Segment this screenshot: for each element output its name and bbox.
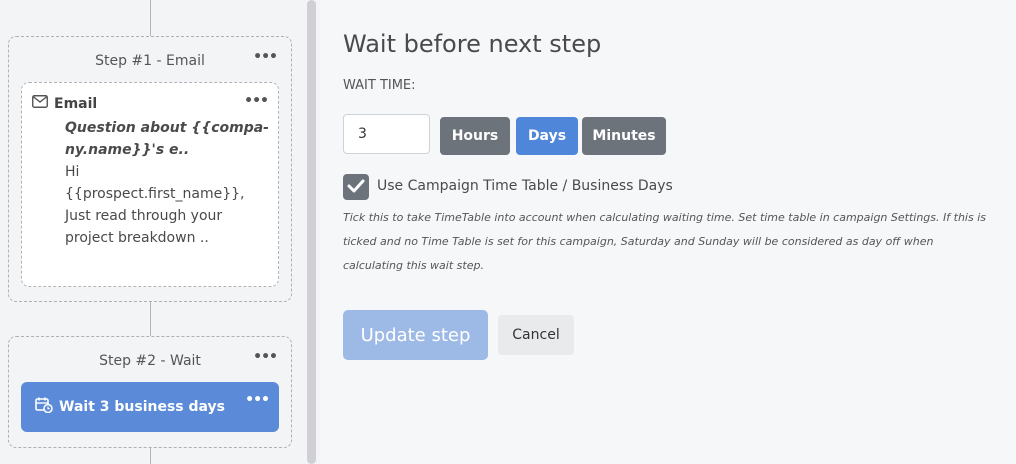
step-2-title: Step #2 - Wait (99, 353, 201, 369)
step-2-menu-icon[interactable]: ••• (253, 349, 278, 365)
step-1-menu-icon[interactable]: ••• (253, 49, 278, 65)
help-text: Tick this to take TimeTable into account… (343, 206, 1013, 278)
minutes-button[interactable]: Minutes (582, 117, 666, 155)
update-step-button[interactable]: Update step (343, 310, 488, 360)
panel-title: Wait before next step (343, 30, 602, 58)
scrollbar[interactable] (307, 0, 316, 464)
email-body-line-1: Hi (65, 164, 80, 180)
step-connector (150, 302, 151, 336)
email-card-header: Email (32, 95, 97, 112)
business-days-checkbox[interactable] (343, 174, 369, 200)
help-text-line-3: calculating this wait step. (343, 259, 484, 272)
wait-time-input[interactable] (343, 114, 430, 154)
email-subject-line-1: Question about {{compa- (65, 120, 269, 136)
email-preview: Question about {{compa- ny.name}}'s e.. … (65, 117, 270, 249)
email-body-line-3: Just read through your (65, 208, 223, 224)
envelope-icon (32, 95, 48, 112)
help-text-line-1: Tick this to take TimeTable into account… (343, 211, 986, 224)
step-connector (150, 0, 151, 36)
email-card-label: Email (54, 95, 98, 112)
step-1-box[interactable]: Step #1 - Email ••• Email ••• Question a… (8, 36, 292, 302)
wait-card-label: Wait 3 business days (59, 399, 225, 415)
wait-time-label: WAIT TIME: (343, 78, 416, 93)
step-connector (150, 448, 151, 464)
email-body-line-2: {{prospect.first_name}}, (65, 186, 245, 202)
calendar-clock-icon (35, 397, 53, 417)
checkmark-icon (347, 178, 365, 197)
cancel-button[interactable]: Cancel (498, 315, 574, 355)
sequence-column: Step #1 - Email ••• Email ••• Question a… (0, 0, 304, 464)
email-card-menu-icon[interactable]: ••• (244, 93, 269, 109)
email-body-line-4: project breakdown .. (65, 230, 209, 246)
step-1-title: Step #1 - Email (95, 53, 205, 69)
email-card[interactable]: Email ••• Question about {{compa- ny.nam… (21, 82, 279, 287)
help-text-line-2: ticked and no Time Table is set for this… (343, 235, 934, 248)
wait-settings-panel: Wait before next step WAIT TIME: Hours D… (320, 0, 1016, 464)
hours-button[interactable]: Hours (440, 117, 510, 155)
wait-card-menu-icon[interactable]: ••• (245, 392, 270, 408)
wait-card[interactable]: Wait 3 business days ••• (21, 382, 279, 432)
step-2-box[interactable]: Step #2 - Wait ••• Wait 3 business days … (8, 336, 292, 448)
business-days-label[interactable]: Use Campaign Time Table / Business Days (377, 178, 673, 194)
email-subject-line-2: ny.name}}'s e.. (65, 142, 190, 158)
days-button[interactable]: Days (516, 117, 578, 155)
